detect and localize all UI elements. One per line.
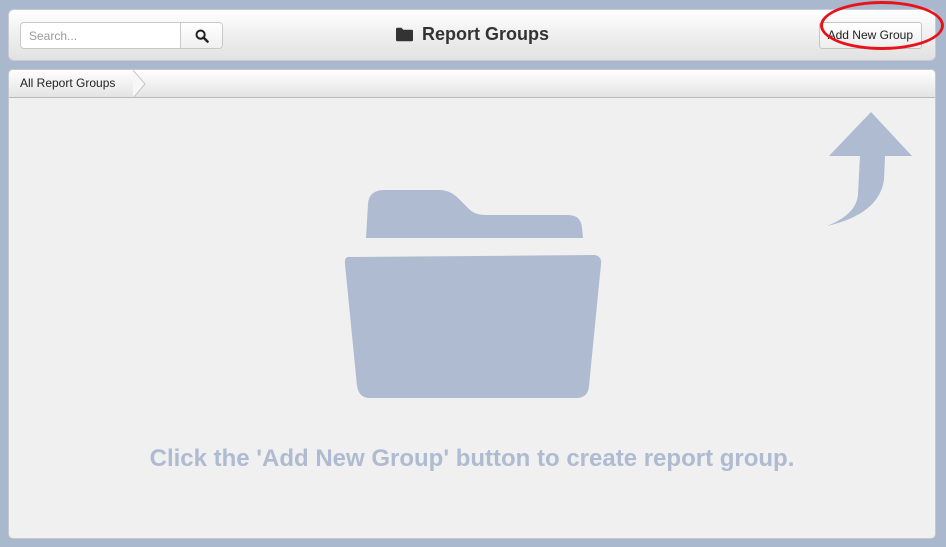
top-toolbar: Report Groups Add New Group bbox=[8, 1, 944, 61]
search-box bbox=[20, 22, 223, 49]
add-new-group-button[interactable]: Add New Group bbox=[818, 22, 922, 49]
page-title: Report Groups bbox=[421, 24, 549, 44]
folder-icon bbox=[395, 27, 413, 42]
search-icon bbox=[195, 29, 209, 43]
breadcrumb-item-all-report-groups[interactable]: All Report Groups bbox=[9, 70, 134, 97]
curved-arrow-up-icon bbox=[827, 112, 912, 226]
page: Report Groups Add New Group All Report G… bbox=[0, 0, 946, 547]
empty-state-message: Click the 'Add New Group' button to crea… bbox=[149, 445, 795, 472]
breadcrumb: All Report Groups bbox=[9, 70, 935, 98]
main-panel: All Report Groups Click the 'Add New Gro… bbox=[8, 69, 936, 539]
breadcrumb-separator-icon bbox=[133, 70, 146, 98]
search-button[interactable] bbox=[180, 23, 222, 48]
folder-open-icon bbox=[344, 190, 602, 398]
search-input[interactable] bbox=[21, 23, 182, 48]
